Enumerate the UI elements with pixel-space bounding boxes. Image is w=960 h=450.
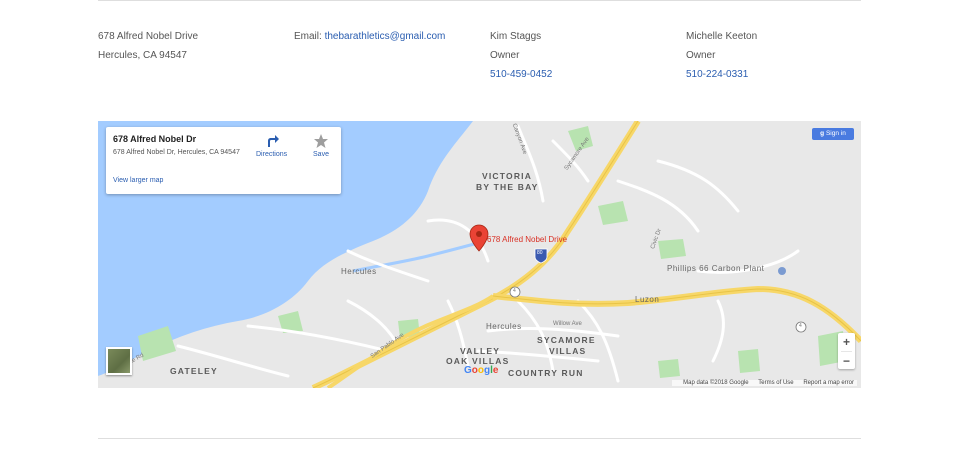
zoom-control: + −: [838, 333, 855, 369]
address-block: 678 Alfred Nobel Drive Hercules, CA 9454…: [98, 27, 198, 65]
email-link[interactable]: thebarathletics@gmail.com: [325, 31, 446, 42]
label-country-run: COUNTRY RUN: [508, 368, 584, 378]
google-logo: Google: [464, 365, 498, 376]
sign-in-label: Sign in: [825, 130, 846, 137]
directions-icon: [264, 133, 280, 149]
report-map-error-link[interactable]: Report a map error: [803, 380, 854, 386]
label-victoria: VICTORIA: [482, 171, 533, 181]
google-logo-letter: G: [464, 365, 472, 376]
address-line2: Hercules, CA 94547: [98, 50, 187, 61]
map-footer: Map data ©2018 Google Terms of Use Repor…: [672, 380, 857, 386]
label-luzon: Luzon: [635, 295, 660, 304]
route-4b-label: 4: [799, 323, 802, 329]
google-logo-letter: e: [492, 365, 499, 376]
label-phillips-66: Phillips 66 Carbon Plant: [667, 264, 765, 273]
label-by-the-bay: BY THE BAY: [476, 182, 539, 192]
owner1-title: Owner: [490, 50, 520, 61]
route-80-label: 80: [537, 250, 543, 256]
owner2-name: Michelle Keeton: [686, 31, 758, 42]
owner2-title: Owner: [686, 50, 716, 61]
place-card: 678 Alfred Nobel Dr 678 Alfred Nobel Dr,…: [106, 127, 341, 194]
owner1-phone-link[interactable]: 510-459-0452: [490, 69, 552, 80]
top-divider: [98, 0, 861, 1]
google-plus-icon: g: [820, 130, 825, 137]
embedded-map[interactable]: 80 4 4 VICTORIA BY THE BAY Hercules Herc…: [98, 121, 861, 388]
directions-label: Directions: [256, 151, 288, 158]
terms-of-use-link[interactable]: Terms of Use: [758, 380, 793, 386]
owner1-block: Kim Staggs Owner 510-459-0452: [490, 27, 552, 84]
bottom-divider: [98, 438, 861, 439]
label-hercules-west: Hercules: [341, 267, 377, 276]
directions-button[interactable]: Directions: [256, 133, 287, 158]
email-block: Email: thebarathletics@gmail.com: [294, 27, 445, 46]
owner2-block: Michelle Keeton Owner 510-224-0331: [686, 27, 757, 84]
route-4a-label: 4: [513, 288, 516, 294]
owner2-phone-link[interactable]: 510-224-0331: [686, 69, 748, 80]
map-data-attribution: Map data ©2018 Google: [683, 380, 749, 386]
place-card-address: 678 Alfred Nobel Dr, Hercules, CA 94547: [113, 149, 240, 156]
label-hercules-center: Hercules: [486, 322, 522, 331]
zoom-out-button[interactable]: −: [838, 352, 855, 370]
star-icon: [313, 133, 329, 149]
label-villas: VILLAS: [549, 346, 587, 356]
satellite-toggle-thumbnail[interactable]: [106, 347, 132, 375]
save-button[interactable]: Save: [313, 133, 329, 158]
pin-label: 678 Alfred Nobel Drive: [487, 235, 568, 244]
zoom-in-button[interactable]: +: [838, 333, 855, 351]
view-larger-map-link[interactable]: View larger map: [113, 177, 163, 184]
sign-in-button[interactable]: g Sign in: [812, 128, 854, 140]
owner1-name: Kim Staggs: [490, 31, 542, 42]
label-valley: VALLEY: [460, 346, 501, 356]
email-label: Email:: [294, 31, 322, 42]
address-line1: 678 Alfred Nobel Drive: [98, 31, 199, 42]
label-gateley: GATELEY: [170, 366, 218, 376]
place-card-title: 678 Alfred Nobel Dr: [113, 134, 197, 144]
label-sycamore: SYCAMORE: [537, 335, 596, 345]
phillips-marker-icon: [778, 267, 786, 275]
label-willow-ave: Willow Ave: [553, 321, 582, 327]
save-label: Save: [313, 151, 329, 158]
